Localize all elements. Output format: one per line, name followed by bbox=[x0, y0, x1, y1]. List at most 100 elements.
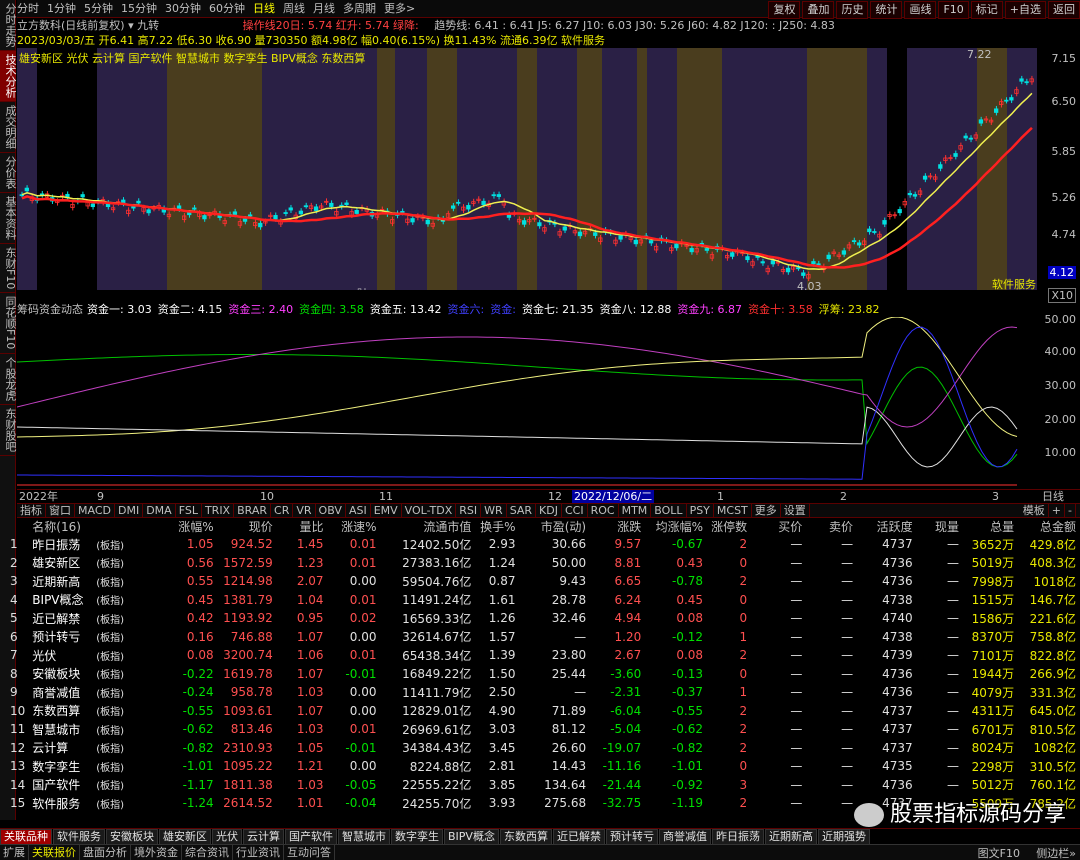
indicator-tab-1[interactable]: 窗口 bbox=[46, 504, 75, 517]
table-row[interactable]: 11 智慧城市 (板指) -0.62 813.46 1.03 0.01 26969.61亿 3.… bbox=[0, 720, 1080, 739]
col-header-7[interactable]: 流通市值 bbox=[380, 518, 475, 535]
period-2[interactable]: 5分钟 bbox=[84, 0, 113, 18]
indicator-tab-20[interactable]: MTM bbox=[619, 504, 652, 517]
col-header-10[interactable]: 涨跌 bbox=[590, 518, 645, 535]
sidebar-item-7[interactable]: 个股龙虎 bbox=[0, 354, 17, 405]
bottom-tab-6[interactable]: 互动问答 bbox=[284, 845, 335, 860]
period-4[interactable]: 30分钟 bbox=[165, 0, 201, 18]
table-row[interactable]: 1 昨日振荡 (板指) 1.05 924.52 1.45 0.01 12402.50亿 2.93… bbox=[0, 535, 1080, 554]
sector-tab-11[interactable]: 近已解禁 bbox=[552, 829, 605, 845]
sector-tab-13[interactable]: 商誉减值 bbox=[658, 829, 711, 845]
period-0[interactable]: 分时 bbox=[17, 0, 39, 18]
table-row[interactable]: 14 国产软件 (板指) -1.17 1811.38 1.03 -0.05 22555.22亿… bbox=[0, 776, 1080, 795]
indicator-tab-17[interactable]: KDJ bbox=[536, 504, 562, 517]
table-row[interactable]: 12 云计算 (板指) -0.82 2310.93 1.05 -0.01 34384.43亿 3… bbox=[0, 739, 1080, 758]
table-row[interactable]: 10 东数西算 (板指) -0.55 1093.61 1.07 0.00 12829.01亿 4… bbox=[0, 702, 1080, 721]
indicator-tab-16[interactable]: SAR bbox=[507, 504, 537, 517]
sector-tab-4[interactable]: 光伏 bbox=[212, 829, 242, 845]
toolbar-button-8[interactable]: 返回 bbox=[1048, 1, 1080, 19]
sidebar-item-0[interactable]: 分时走势 bbox=[0, 0, 17, 51]
toolbar-button-3[interactable]: 统计 bbox=[870, 1, 903, 19]
sector-tab-0[interactable]: 关联品种 bbox=[0, 829, 52, 845]
col-header-16[interactable]: 现量 bbox=[917, 518, 963, 535]
table-row[interactable]: 3 近期新高 (板指) 0.55 1214.98 2.07 0.00 59504.76亿 0.8… bbox=[0, 572, 1080, 591]
table-row[interactable]: 8 安徽板块 (板指) -0.22 1619.78 1.07 -0.01 16849.22亿 1… bbox=[0, 665, 1080, 684]
table-row[interactable]: 7 光伏 (板指) 0.08 3200.74 1.06 0.01 65438.34亿 1.39 2… bbox=[0, 646, 1080, 665]
kline-chart[interactable]: 7.224.03软件服务财 bbox=[17, 48, 1037, 290]
template-button-0[interactable]: 模板 bbox=[1020, 504, 1049, 517]
toolbar-button-7[interactable]: +自选 bbox=[1004, 1, 1046, 19]
indicator-title[interactable]: 筹码资金动态 bbox=[17, 303, 83, 316]
toolbar-button-0[interactable]: 复权 bbox=[768, 1, 801, 19]
sector-tab-5[interactable]: 云计算 bbox=[243, 829, 284, 845]
period-10[interactable]: 更多> bbox=[384, 0, 415, 18]
col-header-4[interactable]: 现价 bbox=[218, 518, 277, 535]
sidebar-item-1[interactable]: 技术分析 bbox=[0, 51, 17, 102]
table-row[interactable]: 5 近已解禁 (板指) 0.42 1193.92 0.95 0.02 16569.33亿 1.2… bbox=[0, 609, 1080, 628]
sidebar-item-3[interactable]: 分价表 bbox=[0, 153, 17, 193]
col-header-9[interactable]: 市盈(动) bbox=[519, 518, 590, 535]
col-header-15[interactable]: 活跃度 bbox=[857, 518, 917, 535]
bottom-tab-5[interactable]: 行业资讯 bbox=[233, 845, 284, 860]
col-header-17[interactable]: 总量 bbox=[963, 518, 1018, 535]
col-header-3[interactable]: 涨幅% bbox=[151, 518, 217, 535]
indicator-tab-0[interactable]: 指标 bbox=[17, 504, 46, 517]
indicator-tab-25[interactable]: 设置 bbox=[781, 504, 810, 517]
sector-tab-2[interactable]: 安徽板块 bbox=[106, 829, 158, 845]
col-header-12[interactable]: 涨停数 bbox=[707, 518, 751, 535]
toolbar-button-5[interactable]: F10 bbox=[938, 1, 969, 19]
indicator-tab-18[interactable]: CCI bbox=[562, 504, 588, 517]
toolbar-button-4[interactable]: 画线 bbox=[904, 1, 937, 19]
col-header-6[interactable]: 涨速% bbox=[328, 518, 381, 535]
indicator-tab-13[interactable]: VOL-TDX bbox=[402, 504, 457, 517]
sector-tab-16[interactable]: 近期强势 bbox=[817, 829, 870, 845]
table-row[interactable]: 2 雄安新区 (板指) 0.56 1572.59 1.23 0.01 27383.16亿 1.2… bbox=[0, 554, 1080, 573]
indicator-tab-14[interactable]: RSI bbox=[456, 504, 482, 517]
indicator-tab-23[interactable]: MCST bbox=[714, 504, 752, 517]
sector-tab-10[interactable]: 东数西算 bbox=[499, 829, 552, 845]
table-row[interactable]: 4 BIPV概念 (板指) 0.45 1381.79 1.04 0.01 11491.24亿 1… bbox=[0, 591, 1080, 610]
period-5[interactable]: 60分钟 bbox=[209, 0, 245, 18]
template-button-1[interactable]: + bbox=[1049, 504, 1066, 517]
sector-tab-14[interactable]: 昨日振荡 bbox=[711, 829, 764, 845]
table-row[interactable]: 13 数字孪生 (板指) -1.01 1095.22 1.21 0.00 8224.88亿 2.… bbox=[0, 757, 1080, 776]
indicator-tab-15[interactable]: WR bbox=[481, 504, 507, 517]
toolbar-button-6[interactable]: 标记 bbox=[970, 1, 1003, 19]
sector-tab-15[interactable]: 近期新高 bbox=[764, 829, 817, 845]
sidebar-item-6[interactable]: 同花顺F10 bbox=[0, 293, 17, 354]
col-header-14[interactable]: 卖价 bbox=[806, 518, 857, 535]
col-header-2[interactable] bbox=[96, 518, 151, 535]
bottom-tab-0[interactable]: 扩展 bbox=[0, 845, 29, 860]
chevron-down-icon[interactable]: ▾ bbox=[128, 19, 134, 32]
zoom-label[interactable]: X10 bbox=[1048, 288, 1076, 303]
sidebar-toggle[interactable]: 侧边栏» bbox=[1036, 845, 1076, 860]
period-1[interactable]: 1分钟 bbox=[47, 0, 76, 18]
sector-tab-1[interactable]: 软件服务 bbox=[53, 829, 105, 845]
sector-tab-12[interactable]: 预计转亏 bbox=[605, 829, 658, 845]
indicator-tab-9[interactable]: VR bbox=[293, 504, 316, 517]
indicator-tab-3[interactable]: DMI bbox=[115, 504, 144, 517]
indicator-tab-19[interactable]: ROC bbox=[588, 504, 619, 517]
sector-tab-9[interactable]: BIPV概念 bbox=[444, 829, 499, 845]
col-header-5[interactable]: 量比 bbox=[277, 518, 328, 535]
indicator-tab-11[interactable]: ASI bbox=[346, 504, 371, 517]
sector-tab-3[interactable]: 雄安新区 bbox=[159, 829, 211, 845]
indicator-tab-8[interactable]: CR bbox=[271, 504, 294, 517]
col-header-0[interactable] bbox=[0, 518, 32, 535]
col-header-8[interactable]: 换手% bbox=[475, 518, 519, 535]
period-6[interactable]: 日线 bbox=[253, 0, 275, 18]
period-3[interactable]: 15分钟 bbox=[121, 0, 157, 18]
indicator-name[interactable]: 九转 bbox=[137, 19, 159, 32]
indicator-tab-22[interactable]: PSY bbox=[687, 504, 714, 517]
bottom-tab-4[interactable]: 综合资讯 bbox=[182, 845, 233, 860]
indicator-tab-24[interactable]: 更多 bbox=[752, 504, 781, 517]
indicator-tab-2[interactable]: MACD bbox=[75, 504, 115, 517]
template-button-2[interactable]: - bbox=[1065, 504, 1076, 517]
bottom-tab-1[interactable]: 关联报价 bbox=[29, 845, 80, 860]
bottom-tab-2[interactable]: 盘面分析 bbox=[80, 845, 131, 860]
col-header-1[interactable]: 名称(16) bbox=[32, 518, 96, 535]
sidebar-item-5[interactable]: 东财F10 bbox=[0, 244, 17, 294]
indicator-tab-21[interactable]: BOLL bbox=[651, 504, 687, 517]
period-9[interactable]: 多周期 bbox=[343, 0, 376, 18]
indicator-tab-6[interactable]: TRIX bbox=[202, 504, 235, 517]
